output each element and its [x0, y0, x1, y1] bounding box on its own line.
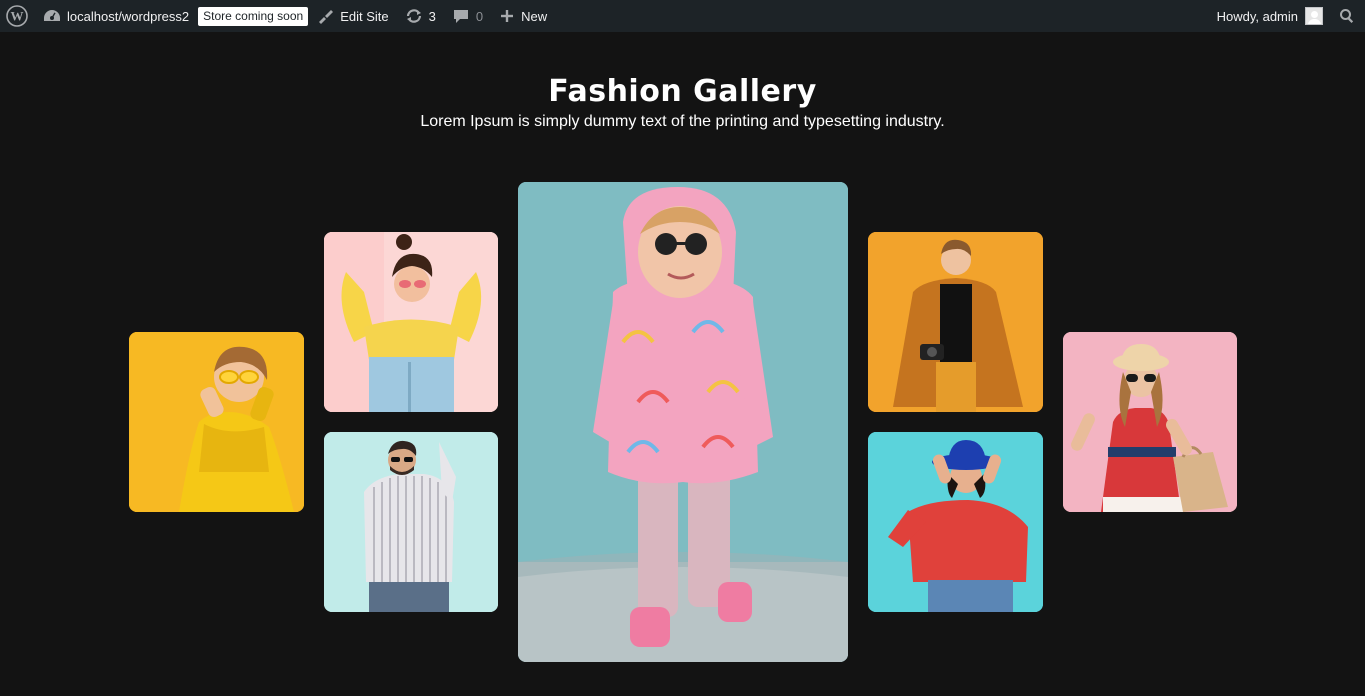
new-label: New	[521, 8, 548, 24]
account-menu[interactable]: Howdy, admin	[1209, 0, 1331, 32]
search-icon	[1339, 8, 1355, 24]
comment-icon	[452, 7, 470, 25]
edit-site-label: Edit Site	[340, 8, 389, 24]
gallery-image-woman-blue-hat[interactable]	[868, 432, 1043, 612]
brush-icon	[316, 7, 334, 25]
update-icon	[405, 7, 423, 25]
edit-site-link[interactable]: Edit Site	[308, 0, 396, 32]
wordpress-logo-icon[interactable]: W	[0, 0, 35, 32]
comments-link[interactable]: 0	[444, 0, 491, 32]
page-title: Fashion Gallery	[548, 74, 817, 109]
gallery-image-girl-red-dress-shopping-bag[interactable]	[1063, 332, 1237, 512]
dashboard-icon	[43, 8, 61, 24]
comments-count: 0	[475, 8, 484, 24]
updates-count: 3	[428, 8, 436, 24]
svg-text:W: W	[11, 9, 24, 24]
site-name-label: localhost/wordpress2	[67, 8, 190, 24]
site-name-link[interactable]: localhost/wordpress2	[35, 0, 197, 32]
howdy-label: Howdy, admin	[1216, 8, 1298, 24]
store-status-badge[interactable]: Store coming soon	[198, 6, 309, 26]
avatar	[1305, 7, 1323, 25]
page-subtitle: Lorem Ipsum is simply dummy text of the …	[420, 113, 945, 130]
search-button[interactable]	[1331, 0, 1365, 32]
gallery-image-child-rainbow-raincoat[interactable]	[518, 182, 848, 662]
plus-icon	[499, 8, 515, 24]
gallery-image-man-orange-coat[interactable]	[868, 232, 1043, 412]
gallery-image-man-striped-shirt[interactable]	[324, 432, 498, 612]
gallery-image-woman-yellow-sweater[interactable]	[324, 232, 498, 412]
updates-link[interactable]: 3	[397, 0, 444, 32]
new-content-link[interactable]: New	[491, 0, 555, 32]
gallery-image-girl-yellow-dress[interactable]	[129, 332, 304, 512]
admin-bar: W localhost/wordpress2 Store coming soon…	[0, 0, 1365, 32]
